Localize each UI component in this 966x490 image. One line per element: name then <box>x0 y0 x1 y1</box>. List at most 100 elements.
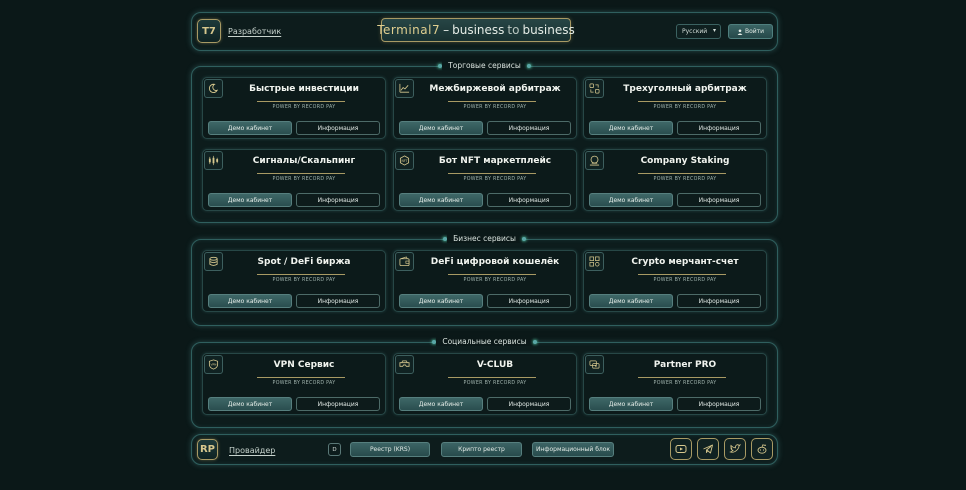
info-button[interactable]: Информация <box>677 121 761 135</box>
brand-word-to: to <box>507 23 520 37</box>
brand-name: Terminal7 <box>377 23 441 37</box>
demo-cabinet-button[interactable]: Демо кабинет <box>208 121 292 135</box>
section-social: Социальные сервисы VPN VPN Сервис POWER BY… <box>191 337 778 428</box>
card-title: VPN Сервис <box>273 360 335 370</box>
demo-cabinet-button[interactable]: Демо кабинет <box>208 294 292 308</box>
candles-icon <box>204 151 223 170</box>
card-title: Бот NFT маркетплейс <box>438 156 552 166</box>
title-underline <box>448 173 536 174</box>
demo-cabinet-button[interactable]: Демо кабинет <box>589 121 673 135</box>
info-button[interactable]: Информация <box>487 294 571 308</box>
card-title: Crypto мерчант-счет <box>631 257 739 267</box>
demo-cabinet-button[interactable]: Демо кабинет <box>208 397 292 411</box>
service-card: DeFi цифровой кошелёк POWER BY RECORD PAY… <box>393 250 577 312</box>
info-block-button[interactable]: Информационный блок <box>532 442 614 457</box>
coins-icon <box>204 252 223 271</box>
info-button[interactable]: Информация <box>677 294 761 308</box>
exchange-icon <box>585 79 604 98</box>
title-underline <box>257 274 345 275</box>
login-button[interactable]: Войти <box>728 24 773 39</box>
section-trading: Торговые сервисы Быстрые инвестиции POWER… <box>191 61 778 223</box>
brand-title: Terminal7 – business to business <box>377 18 575 42</box>
demo-cabinet-button[interactable]: Демо кабинет <box>589 193 673 207</box>
title-dot-right <box>526 63 531 68</box>
login-label: Войти <box>744 28 765 35</box>
info-button[interactable]: Информация <box>296 397 380 411</box>
power-by-label: POWER BY RECORD PAY <box>463 381 527 386</box>
title-dot-right <box>521 236 526 241</box>
developer-link[interactable]: Разработчик <box>228 27 281 36</box>
title-underline <box>257 173 345 174</box>
card-title: Partner PRO <box>653 360 717 370</box>
info-button[interactable]: Информация <box>487 121 571 135</box>
nft-icon: NFT <box>395 151 414 170</box>
title-underline <box>638 274 726 275</box>
title-underline <box>448 377 536 378</box>
power-by-label: POWER BY RECORD PAY <box>272 278 336 283</box>
registry-button[interactable]: Реестр (KRS) <box>350 442 430 457</box>
card-title: Межбиржевой арбитраж <box>429 84 561 94</box>
demo-cabinet-button[interactable]: Демо кабинет <box>399 397 483 411</box>
reddit-icon[interactable] <box>751 438 773 460</box>
info-button[interactable]: Информация <box>677 397 761 411</box>
info-button[interactable]: Информация <box>296 121 380 135</box>
demo-cabinet-button[interactable]: Демо кабинет <box>208 193 292 207</box>
power-by-label: POWER BY RECORD PAY <box>463 177 527 182</box>
provider-link[interactable]: Провайдер <box>229 446 275 455</box>
telegram-icon[interactable] <box>697 438 719 460</box>
merchant-icon <box>585 252 604 271</box>
service-card: Spot / DeFi биржа POWER BY RECORD PAY Демо… <box>202 250 386 312</box>
demo-cabinet-button[interactable]: Демо кабинет <box>589 397 673 411</box>
info-button[interactable]: Информация <box>677 193 761 207</box>
chart-line-icon <box>395 79 414 98</box>
card-title: Быстрые инвестиции <box>249 84 359 94</box>
info-button[interactable]: Информация <box>487 193 571 207</box>
staking-icon <box>585 151 604 170</box>
svg-text:NFT: NFT <box>402 159 408 163</box>
title-underline <box>638 173 726 174</box>
card-title: Spot / DeFi биржа <box>257 257 351 267</box>
card-title: Company Staking <box>640 156 730 166</box>
card-title: Сигналы/Скальпинг <box>252 156 356 166</box>
title-underline <box>638 377 726 378</box>
info-button[interactable]: Информация <box>296 193 380 207</box>
terminal7-logo[interactable]: T7 <box>197 19 221 43</box>
brand-dash: – <box>443 23 450 37</box>
info-button[interactable]: Информация <box>487 397 571 411</box>
power-by-label: POWER BY RECORD PAY <box>653 105 717 110</box>
demo-cabinet-button[interactable]: Демо кабинет <box>399 294 483 308</box>
service-card: VPN VPN Сервис POWER BY RECORD PAY Демо каб… <box>202 353 386 415</box>
section-title-bar: Бизнес сервисы <box>192 234 777 243</box>
power-by-label: POWER BY RECORD PAY <box>272 177 336 182</box>
title-underline <box>448 101 536 102</box>
section-title: Социальные сервисы <box>436 337 533 346</box>
demo-cabinet-button[interactable]: Демо кабинет <box>399 193 483 207</box>
service-card: Быстрые инвестиции POWER BY RECORD PAY Дем… <box>202 77 386 139</box>
demo-cabinet-button[interactable]: Демо кабинет <box>399 121 483 135</box>
crypto-registry-button[interactable]: Крипто реестр <box>441 442 522 457</box>
card-title: V-CLUB <box>476 360 514 370</box>
svg-text:VPN: VPN <box>211 363 217 367</box>
info-button[interactable]: Информация <box>296 294 380 308</box>
rp-logo[interactable]: RP <box>197 439 218 460</box>
service-card: Трехуголный арбитраж POWER BY RECORD PAY Д… <box>583 77 767 139</box>
youtube-icon[interactable] <box>670 438 692 460</box>
title-underline <box>448 274 536 275</box>
demo-cabinet-button[interactable]: Демо кабинет <box>589 294 673 308</box>
d-badge[interactable]: D <box>328 443 341 456</box>
title-dot-right <box>532 339 537 344</box>
vr-glasses-icon <box>395 355 414 374</box>
title-underline <box>257 101 345 102</box>
section-title-bar: Торговые сервисы <box>192 61 777 70</box>
section-business: Бизнес сервисы Spot / DeFi биржа POWER BY… <box>191 234 778 326</box>
card-title: Трехуголный арбитраж <box>623 84 747 94</box>
power-by-label: POWER BY RECORD PAY <box>653 177 717 182</box>
service-card: NFT Бот NFT маркетплейс POWER BY RECORD PA… <box>393 149 577 211</box>
twitter-icon[interactable] <box>724 438 746 460</box>
language-select[interactable]: Русский ▾ <box>676 24 721 39</box>
footer-bar: RP Провайдер D Реестр (KRS) Крипто реест… <box>191 434 778 465</box>
power-by-label: POWER BY RECORD PAY <box>463 105 527 110</box>
service-card: Межбиржевой арбитраж POWER BY RECORD PAY Д… <box>393 77 577 139</box>
moon-icon <box>204 79 223 98</box>
user-icon <box>737 28 743 35</box>
